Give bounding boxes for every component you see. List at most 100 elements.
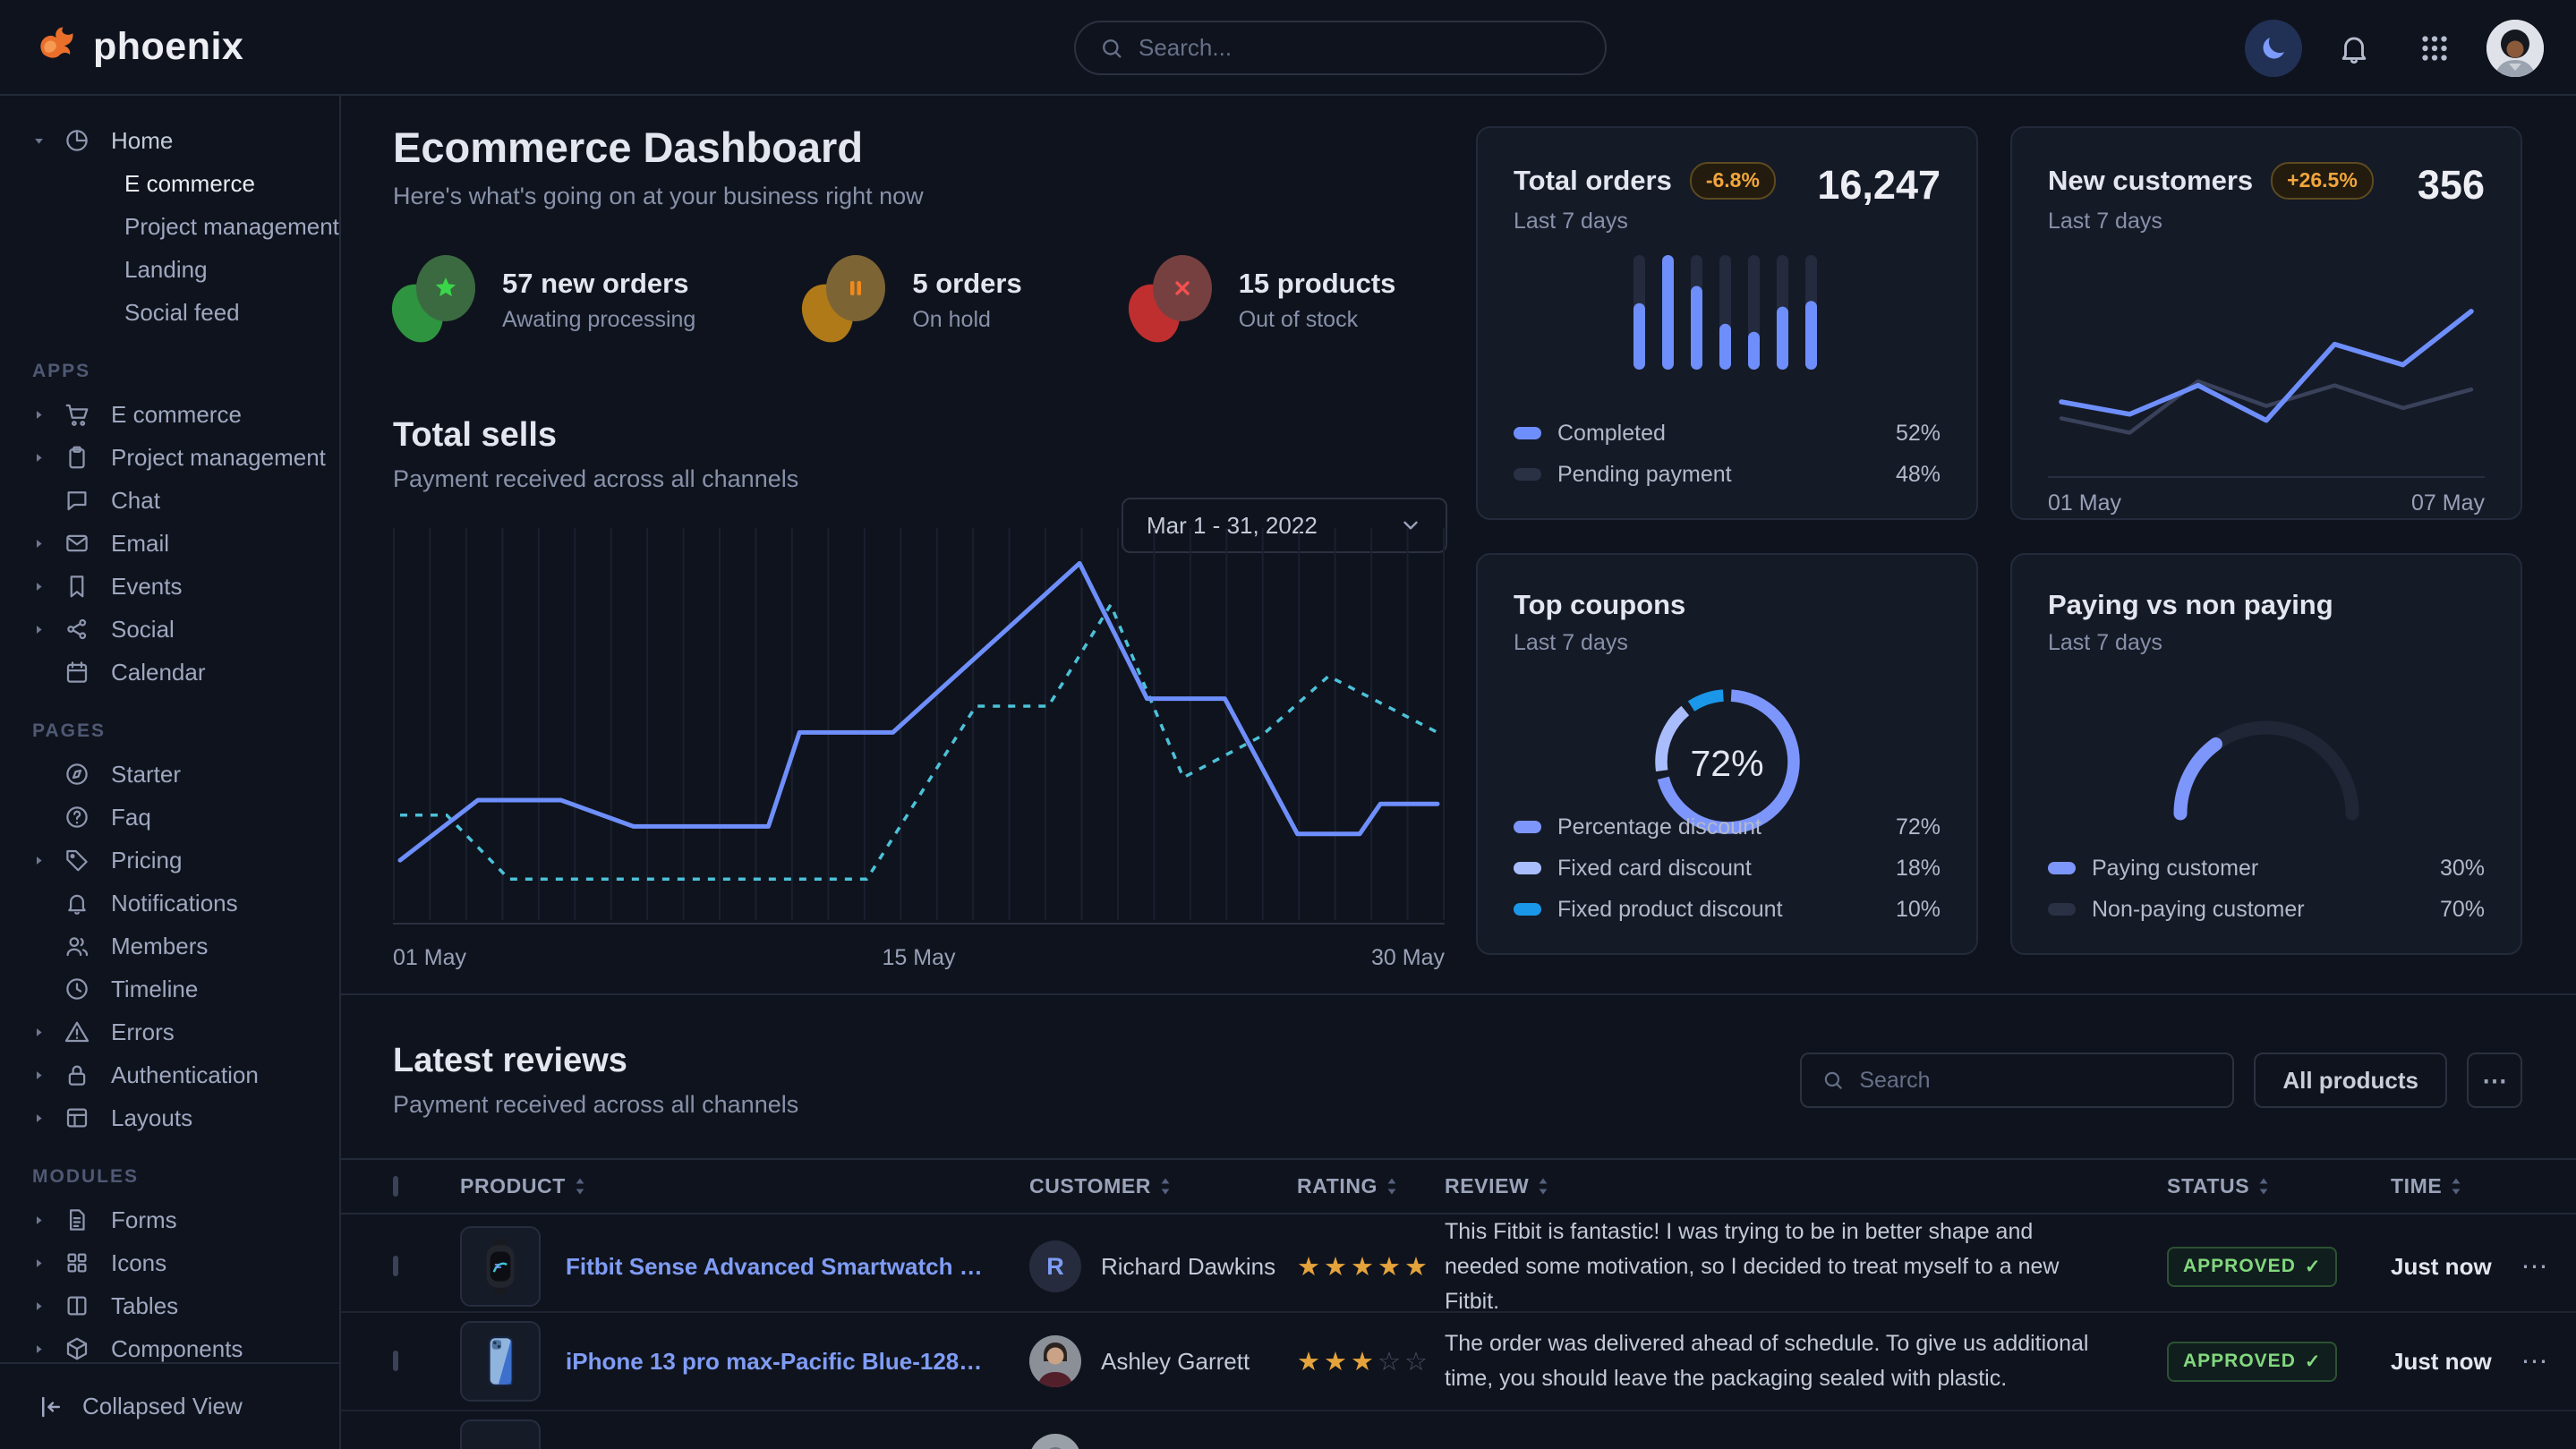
status-badge: APPROVED ✓ [2167,1342,2337,1382]
sidebar-item-tables[interactable]: Tables [32,1284,339,1327]
legend-label: Percentage discount [1557,814,1761,840]
column-header-product[interactable]: PRODUCT [460,1174,1029,1198]
star-icon: ★ [1297,1348,1324,1377]
sidebar-item-pricing[interactable]: Pricing [32,839,339,882]
column-header-rating[interactable]: RATING [1297,1174,1445,1198]
search-input[interactable] [1139,34,1582,62]
reviews-more-button[interactable]: ⋯ [2467,1053,2522,1108]
collapsed-view-toggle[interactable]: Collapsed View [0,1362,339,1449]
sidebar-item-label: Authentication [111,1061,259,1089]
sidebar-item-members[interactable]: Members [32,925,339,967]
legend-swatch [1514,862,1541,874]
sidebar-item-events[interactable]: Events [32,565,339,608]
sidebar-item-notifications[interactable]: Notifications [32,882,339,925]
legend-row: Paying customer30% [2048,848,2485,889]
latest-reviews-subtitle: Payment received across all channels [393,1091,798,1119]
reviews-search[interactable] [1800,1053,2234,1108]
sidebar-item-home[interactable]: Home [32,119,339,162]
sidebar-subitem-project-management[interactable]: Project management [32,205,339,248]
reviews-search-input[interactable] [1859,1068,2213,1094]
sidebar: HomeE commerceProject managementLandingS… [0,96,341,1449]
phoenix-logo-icon [34,21,81,72]
sidebar-subitem-e-commerce[interactable]: E commerce [32,162,339,205]
sidebar-item-chat[interactable]: Chat [32,479,339,522]
column-header-time[interactable]: TIME [2391,1174,2495,1198]
star-icon: ☆ [1404,1348,1431,1377]
row-more-icon[interactable]: ⋯ [2521,1252,2550,1282]
new-customers-svg [2054,247,2478,473]
caret-right-icon [32,854,48,867]
sidebar-item-project-management[interactable]: Project management [32,436,339,479]
sidebar-section-label: PAGES [32,720,339,742]
sidebar-item-icons[interactable]: Icons [32,1241,339,1284]
sidebar-item-label: Forms [111,1206,177,1234]
pie-chart-icon [64,127,96,154]
caret-right-icon [32,537,48,550]
row-checkbox[interactable] [393,1256,398,1276]
legend-value: 30% [2440,856,2485,882]
legend-swatch [1514,427,1541,439]
sidebar-item-social[interactable]: Social [32,608,339,651]
product-thumbnail [460,1419,541,1449]
product-link[interactable]: iPhone 13 pro max-Pacific Blue-128GB sto… [566,1348,995,1376]
select-all-checkbox[interactable] [393,1176,398,1197]
legend-label: Fixed card discount [1557,856,1752,882]
brand-logo[interactable]: phoenix [34,21,243,72]
legend-value: 72% [1896,814,1941,840]
profile-avatar[interactable] [2486,20,2544,77]
global-search[interactable] [1074,21,1607,75]
product-link[interactable]: Fitbit Sense Advanced Smartwatch with To… [566,1253,995,1281]
caret-right-icon [32,580,48,593]
latest-reviews-title: Latest reviews [393,1042,798,1080]
sidebar-subitem-social-feed[interactable]: Social feed [32,291,339,334]
sidebar-item-label: Starter [111,761,181,788]
sidebar-item-label: Timeline [111,976,198,1003]
collapse-left-icon [38,1394,64,1420]
legend-row: Fixed card discount18% [1514,848,1941,889]
sidebar-section-label: MODULES [32,1166,339,1188]
top-coupons-period: Last 7 days [1514,630,1941,656]
sidebar-item-layouts[interactable]: Layouts [32,1096,339,1139]
new-customers-period: Last 7 days [2048,209,2374,234]
sidebar-item-starter[interactable]: Starter [32,753,339,796]
sidebar-item-calendar[interactable]: Calendar [32,651,339,694]
star-icon: ★ [1378,1253,1404,1282]
row-checkbox[interactable] [393,1351,398,1371]
star-icon: ★ [1297,1253,1324,1282]
bell-icon [2337,31,2371,65]
sidebar-item-errors[interactable]: Errors [32,1010,339,1053]
row-more-icon[interactable]: ⋯ [2521,1347,2550,1377]
column-header-status[interactable]: STATUS [2167,1174,2391,1198]
star-icon: ★ [1324,1348,1351,1377]
clock-icon [64,976,96,1002]
total-orders-title: Total orders [1514,165,1672,197]
all-products-button[interactable]: All products [2254,1053,2447,1108]
sidebar-item-authentication[interactable]: Authentication [32,1053,339,1096]
brand-name: phoenix [93,25,243,69]
sidebar-item-forms[interactable]: Forms [32,1198,339,1241]
column-header-customer[interactable]: CUSTOMER [1029,1174,1297,1198]
star-icon: ☆ [1378,1348,1404,1377]
sort-icon [575,1177,585,1196]
sidebar-item-e-commerce[interactable]: E commerce [32,393,339,436]
notifications-button[interactable] [2325,20,2383,77]
apps-menu-button[interactable] [2406,20,2463,77]
columns-icon [64,1292,96,1319]
select-all-cell [393,1179,460,1195]
column-header-review[interactable]: REVIEW [1445,1174,2167,1198]
theme-toggle-button[interactable] [2245,20,2302,77]
total-sells-subtitle: Payment received across all channels [393,465,798,493]
sidebar-item-timeline[interactable]: Timeline [32,967,339,1010]
sidebar-subitem-landing[interactable]: Landing [32,248,339,291]
new-customers-value: 356 [2418,162,2485,209]
total-orders-card: Total orders -6.8% Last 7 days 16,247 Co… [1476,126,1978,520]
column-label: CUSTOMER [1029,1174,1151,1198]
legend-label: Non-paying customer [2092,897,2305,923]
sidebar-item-email[interactable]: Email [32,522,339,565]
cross-stat-icon [1130,255,1212,345]
cart-icon [64,401,96,428]
top-coupons-legend: Percentage discount 72% Fixed card discoun… [1514,806,1941,930]
sidebar-item-faq[interactable]: Faq [32,796,339,839]
sort-icon [1160,1177,1171,1196]
axis-tick-label: 30 May [1371,945,1445,971]
